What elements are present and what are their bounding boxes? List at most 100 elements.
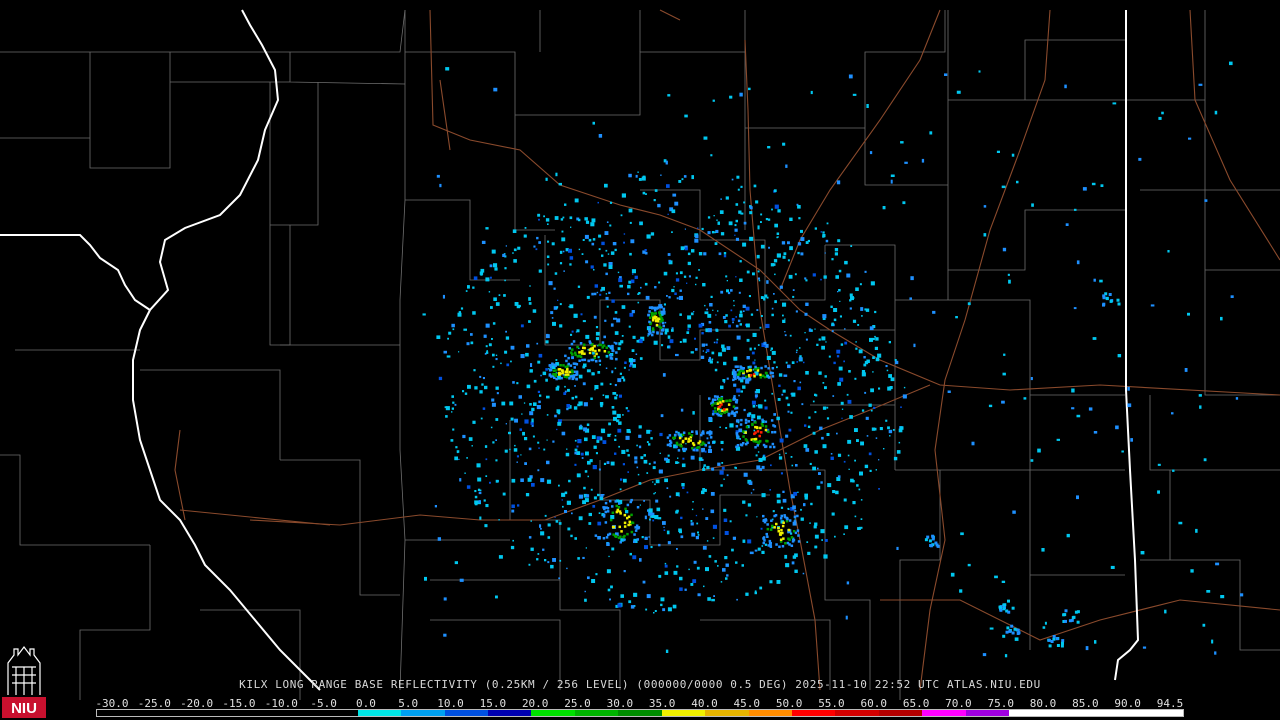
- echo-speck: [882, 206, 886, 210]
- echo-speck: [735, 445, 738, 449]
- echo-speck: [691, 508, 694, 511]
- echo-speck: [727, 412, 731, 416]
- echo-speck: [548, 364, 551, 367]
- echo-speck: [479, 390, 483, 394]
- echo-speck: [653, 461, 656, 464]
- echo-speck: [601, 341, 605, 344]
- echo-speck: [804, 424, 807, 427]
- echo-speck: [707, 441, 710, 445]
- echo-speck: [674, 201, 679, 206]
- echo-speck: [800, 229, 803, 233]
- echo-speck: [1011, 606, 1015, 610]
- echo-speck: [763, 375, 767, 379]
- echo-speck: [748, 368, 752, 372]
- echo-speck: [1030, 377, 1033, 381]
- echo-speck: [585, 260, 589, 264]
- echo-speck: [887, 426, 890, 430]
- echo-speck: [1121, 450, 1124, 453]
- echo-speck: [797, 540, 801, 543]
- echo-speck: [530, 520, 532, 522]
- echo-speck: [524, 227, 527, 229]
- radar-map[interactable]: [0, 0, 1280, 720]
- echo-speck: [511, 504, 515, 508]
- echo-speck: [1116, 298, 1120, 302]
- echo-speck: [665, 328, 669, 333]
- echo-speck: [742, 385, 746, 389]
- echo-speck: [484, 524, 488, 528]
- echo-speck: [777, 530, 780, 533]
- echo-speck: [761, 465, 765, 469]
- echo-speck: [702, 350, 704, 352]
- echo-speck: [792, 295, 795, 298]
- echo-speck: [623, 525, 627, 528]
- echo-speck: [684, 114, 688, 118]
- echo-speck: [756, 516, 758, 518]
- echo-speck: [554, 216, 559, 220]
- echo-speck: [800, 517, 804, 521]
- echo-speck: [522, 431, 525, 436]
- echo-speck: [623, 233, 626, 235]
- echo-speck: [839, 315, 842, 318]
- echo-speck: [749, 347, 752, 351]
- echo-speck: [666, 487, 669, 489]
- echo-speck: [483, 334, 487, 338]
- colorbar-tick-label: 35.0: [648, 697, 676, 710]
- echo-speck: [757, 225, 760, 230]
- echo-speck: [588, 238, 592, 242]
- echo-speck: [561, 492, 566, 497]
- echo-speck: [776, 499, 781, 504]
- echo-speck: [583, 363, 587, 367]
- echo-speck: [782, 255, 786, 259]
- colorbar-tick-label: 55.0: [818, 697, 845, 710]
- echo-speck: [1092, 337, 1097, 340]
- echo-speck: [832, 490, 836, 494]
- echo-speck: [871, 427, 876, 431]
- echo-speck: [521, 413, 523, 415]
- echo-speck: [696, 446, 700, 449]
- echo-speck: [615, 342, 618, 345]
- echo-speck: [735, 237, 739, 241]
- echo-speck: [556, 428, 558, 431]
- echo-speck: [730, 309, 733, 312]
- echo-speck: [759, 586, 763, 590]
- echo-speck: [491, 402, 496, 407]
- echo-speck: [571, 512, 573, 515]
- echo-speck: [767, 218, 771, 221]
- echo-speck: [680, 246, 685, 251]
- echo-speck: [529, 411, 534, 416]
- echo-speck: [869, 469, 872, 472]
- echo-speck: [751, 422, 754, 426]
- echo-speck: [1142, 646, 1147, 649]
- echo-speck: [774, 273, 776, 276]
- echo-speck: [655, 307, 659, 310]
- echo-speck: [852, 501, 856, 505]
- echo-speck: [732, 398, 735, 401]
- echo-speck: [826, 406, 829, 409]
- echo-speck: [505, 423, 507, 425]
- echo-speck: [669, 339, 674, 344]
- echo-speck: [660, 597, 665, 602]
- echo-speck: [575, 378, 578, 381]
- echo-speck: [558, 484, 560, 487]
- echo-speck: [540, 478, 545, 483]
- echo-speck: [707, 328, 712, 333]
- echo-speck: [605, 367, 608, 369]
- echo-speck: [545, 340, 549, 344]
- echo-speck: [681, 178, 684, 181]
- echo-speck: [785, 361, 788, 364]
- echo-speck: [733, 304, 735, 307]
- echo-speck: [559, 262, 563, 265]
- echo-speck: [450, 439, 454, 442]
- echo-speck: [595, 352, 598, 356]
- echo-speck: [875, 469, 877, 471]
- echo-speck: [696, 449, 699, 452]
- echo-speck: [796, 349, 798, 352]
- echo-speck: [745, 425, 749, 429]
- echo-speck: [655, 479, 660, 484]
- echo-speck: [1195, 528, 1198, 533]
- echo-speck: [598, 359, 602, 363]
- colorbar-swatch: [878, 710, 923, 716]
- echo-speck: [654, 492, 656, 494]
- echo-speck: [663, 529, 666, 531]
- echo-speck: [661, 321, 665, 325]
